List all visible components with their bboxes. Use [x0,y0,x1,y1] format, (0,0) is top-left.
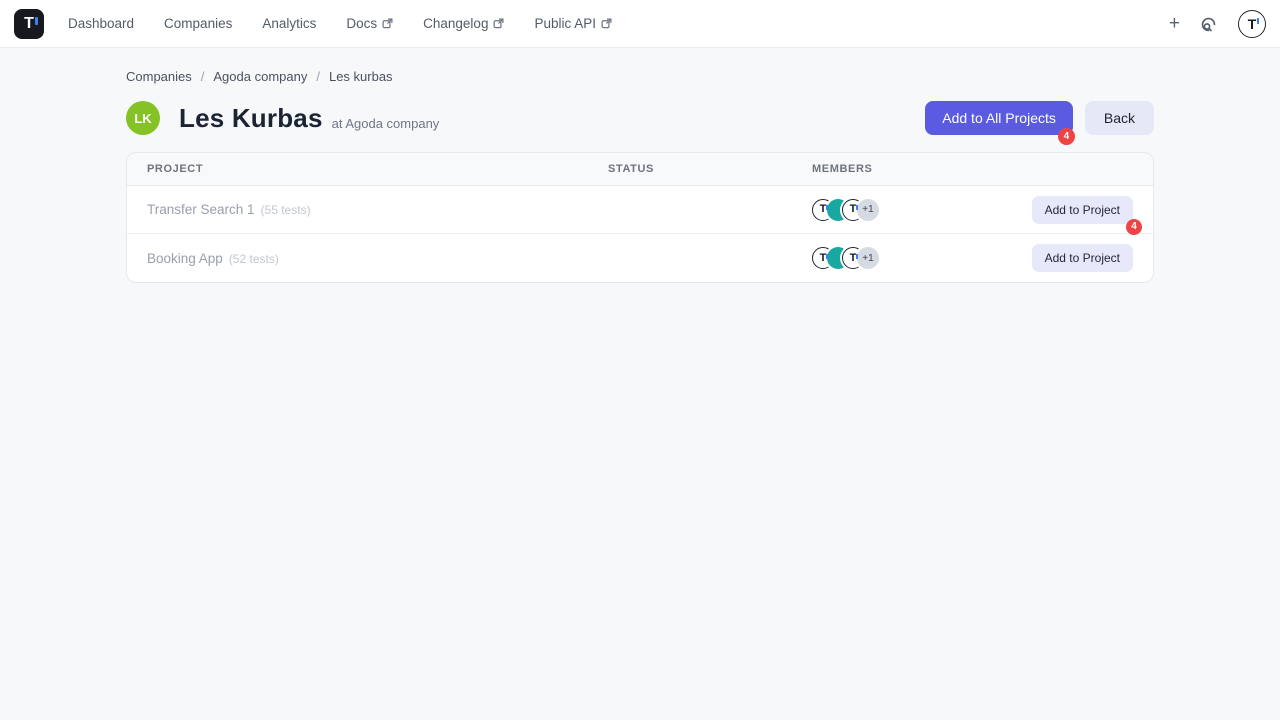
row-count-badge: 4 [1126,219,1142,235]
add-to-project-label: Add to Project [1045,203,1120,217]
nav-item-label: Changelog [423,16,488,31]
nav-item-label: Docs [346,16,377,31]
members-cell: T T +1 [812,199,1032,221]
header-actions: Add to All Projects 4 Back [925,101,1154,135]
person-avatar: LK [126,101,160,135]
nav-item-docs[interactable]: Docs [346,16,393,31]
project-tests-count: (55 tests) [261,203,311,217]
project-name[interactable]: Booking App [147,251,223,266]
breadcrumb-companies[interactable]: Companies [126,69,192,84]
nav-items: Dashboard Companies Analytics Docs Chang… [68,16,642,31]
breadcrumb-separator: / [201,69,205,84]
project-cell: Booking App (52 tests) [147,251,608,266]
avatar-t-glyph: T [1248,17,1257,31]
table-row: Booking App (52 tests) T T +1 Add to Pro… [127,234,1153,282]
action-cell: Add to Project 4 [1032,196,1133,224]
action-cell: Add to Project [1032,244,1133,272]
add-to-project-label: Add to Project [1045,251,1120,265]
breadcrumb: Companies / Agoda company / Les kurbas [126,48,1154,84]
table-row: Transfer Search 1 (55 tests) T T +1 Add … [127,186,1153,234]
page-title: Les Kurbas [179,103,323,134]
project-tests-count: (52 tests) [229,252,279,266]
external-link-icon [493,18,504,29]
nav-item-label: Dashboard [68,16,134,31]
nav-item-analytics[interactable]: Analytics [262,16,316,31]
page-subtitle: at Agoda company [332,116,440,131]
add-to-project-button[interactable]: Add to Project [1032,244,1133,272]
breadcrumb-les-kurbas: Les kurbas [329,69,393,84]
add-to-all-projects-button[interactable]: Add to All Projects 4 [925,101,1073,135]
plus-icon[interactable]: + [1169,14,1180,33]
members-overflow-badge: +1 [857,199,879,221]
add-to-project-button[interactable]: Add to Project 4 [1032,196,1133,224]
project-cell: Transfer Search 1 (55 tests) [147,202,608,217]
breadcrumb-separator: / [316,69,320,84]
search-icon[interactable] [1200,15,1218,33]
members-overflow-badge: +1 [857,247,879,269]
nav-item-changelog[interactable]: Changelog [423,16,504,31]
main-content: Companies / Agoda company / Les kurbas L… [126,48,1154,283]
nav-item-dashboard[interactable]: Dashboard [68,16,134,31]
nav-right-actions: + T [1169,10,1266,38]
nav-item-companies[interactable]: Companies [164,16,232,31]
external-link-icon [382,18,393,29]
back-button[interactable]: Back [1085,101,1154,135]
members-avatar-stack: T T +1 [812,199,1032,221]
column-header-project: Project [147,163,608,175]
members-cell: T T +1 [812,247,1032,269]
brand-logo-icon[interactable]: T [14,9,44,39]
external-link-icon [601,18,612,29]
avatar-t-glyph: T [820,253,827,264]
table-header: Project Status Members [127,153,1153,186]
add-to-all-projects-label: Add to All Projects [942,110,1056,126]
nav-item-label: Public API [534,16,596,31]
brand-t-glyph: T [24,16,34,32]
project-name[interactable]: Transfer Search 1 [147,202,255,217]
avatar-t-glyph: T [850,253,857,264]
members-avatar-stack: T T +1 [812,247,1032,269]
top-navigation: T Dashboard Companies Analytics Docs Cha… [0,0,1280,48]
breadcrumb-agoda-company[interactable]: Agoda company [213,69,307,84]
user-avatar[interactable]: T [1238,10,1266,38]
add-all-count-badge: 4 [1058,128,1075,145]
avatar-t-glyph: T [820,204,827,215]
column-header-status: Status [608,163,812,175]
column-header-members: Members [812,163,1133,175]
nav-item-label: Analytics [262,16,316,31]
nav-item-label: Companies [164,16,232,31]
avatar-t-glyph: T [850,204,857,215]
page-header: LK Les Kurbas at Agoda company Add to Al… [126,101,1154,135]
nav-item-public-api[interactable]: Public API [534,16,612,31]
projects-table: Project Status Members Transfer Search 1… [126,152,1154,283]
